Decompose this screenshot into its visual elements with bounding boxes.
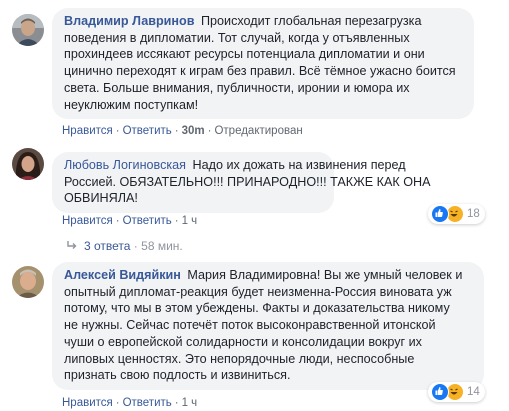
avatar-icon	[12, 266, 44, 298]
reply-arrow-icon	[66, 239, 78, 253]
reply-link[interactable]: Ответить	[123, 397, 172, 409]
edited-label[interactable]: Отредактирован	[214, 125, 302, 137]
view-replies-link[interactable]: 3 ответа · 58 мин.	[66, 239, 183, 253]
separator: ·	[130, 239, 142, 253]
comment-text: опытный дипломат-реакция будет неизменна…	[64, 284, 452, 299]
comment-text: потому, что мы в этом убеждены. Факты и …	[64, 301, 450, 316]
comment-time[interactable]: 30m	[182, 125, 205, 137]
comment-text: света. Больше внимания, публичности, иро…	[64, 80, 410, 95]
avatar[interactable]	[12, 266, 44, 298]
comment-text: Надо их дожать на извинения перед	[192, 158, 406, 172]
separator: ·	[174, 215, 179, 227]
comment-bubble: Владимир Лавринов Происходит глобальная …	[52, 8, 474, 120]
like-icon	[431, 383, 449, 401]
avatar-icon	[12, 14, 44, 46]
like-link[interactable]: Нравится	[62, 215, 113, 227]
comment-author[interactable]: Любовь Логиновская	[64, 158, 186, 172]
separator: ·	[115, 215, 120, 227]
avatar-icon	[12, 148, 44, 180]
comment-text: не нужны. Сейчас потечёт поток высоконра…	[64, 318, 436, 333]
separator: ·	[115, 125, 120, 137]
separator: ·	[115, 397, 120, 409]
comment-time[interactable]: 1 ч	[182, 397, 198, 409]
comment-text: прохиндеев иссякают ресурсы потенциала д…	[64, 47, 425, 62]
comment-text: признать свою подлость и извиниться.	[64, 368, 291, 383]
comment-text: Происходит глобальная перезагрузка	[200, 14, 422, 28]
replies-count[interactable]: 3 ответа	[84, 239, 130, 253]
like-link[interactable]: Нравится	[62, 397, 113, 409]
like-icon	[431, 205, 449, 223]
reactions-badge[interactable]: 18	[428, 204, 485, 224]
reaction-count: 18	[467, 208, 480, 220]
comment-text: чуши о европейской солидарности и консол…	[64, 334, 422, 349]
comment-time[interactable]: 1 ч	[182, 215, 198, 227]
like-link[interactable]: Нравится	[62, 125, 113, 137]
reply-link[interactable]: Ответить	[123, 215, 172, 227]
separator: ·	[207, 125, 212, 137]
comment-text: ОБВИНЯЛА!	[64, 191, 138, 206]
reaction-count: 14	[467, 386, 480, 398]
comment-text: неуклюжим поступкам!	[64, 97, 199, 112]
comment-text: липовых ценностях. Это непорядочные люди…	[64, 351, 415, 366]
comment-text: цинично переходят к играм без правил. Вс…	[64, 64, 456, 79]
comment-text: поведения в дипломатии. Тот случай, когд…	[64, 30, 410, 45]
comment-3: Алексей Видяйкин Мария Владимировна! Вы …	[0, 258, 509, 411]
replies-time: 58 мин.	[141, 239, 183, 253]
comment-actions: Нравится · Ответить · 1 ч	[62, 396, 197, 410]
comment-actions: Нравится · Ответить · 1 ч	[62, 214, 197, 228]
avatar[interactable]	[12, 148, 44, 180]
comment-2: Любовь Логиновская Надо их дожать на изв…	[0, 142, 509, 262]
comment-author[interactable]: Владимир Лавринов	[64, 14, 194, 28]
comment-text: Россией. ОБЯЗАТЕЛЬНО!!! ПРИНАРОДНО!!! ТА…	[64, 174, 431, 189]
avatar[interactable]	[12, 14, 44, 46]
comment-bubble: Любовь Логиновская Надо их дожать на изв…	[52, 152, 431, 214]
separator: ·	[174, 397, 179, 409]
comment-bubble: Алексей Видяйкин Мария Владимировна! Вы …	[52, 262, 484, 390]
comment-actions: Нравится · Ответить · 30m · Отредактирован	[62, 124, 303, 138]
reactions-badge[interactable]: 14	[428, 382, 485, 402]
comment-text: Мария Владимировна! Вы же умный человек …	[187, 268, 463, 282]
comment-author[interactable]: Алексей Видяйкин	[64, 268, 181, 282]
comment-1: Владимир Лавринов Происходит глобальная …	[0, 0, 509, 150]
reply-link[interactable]: Ответить	[123, 125, 172, 137]
separator: ·	[174, 125, 179, 137]
